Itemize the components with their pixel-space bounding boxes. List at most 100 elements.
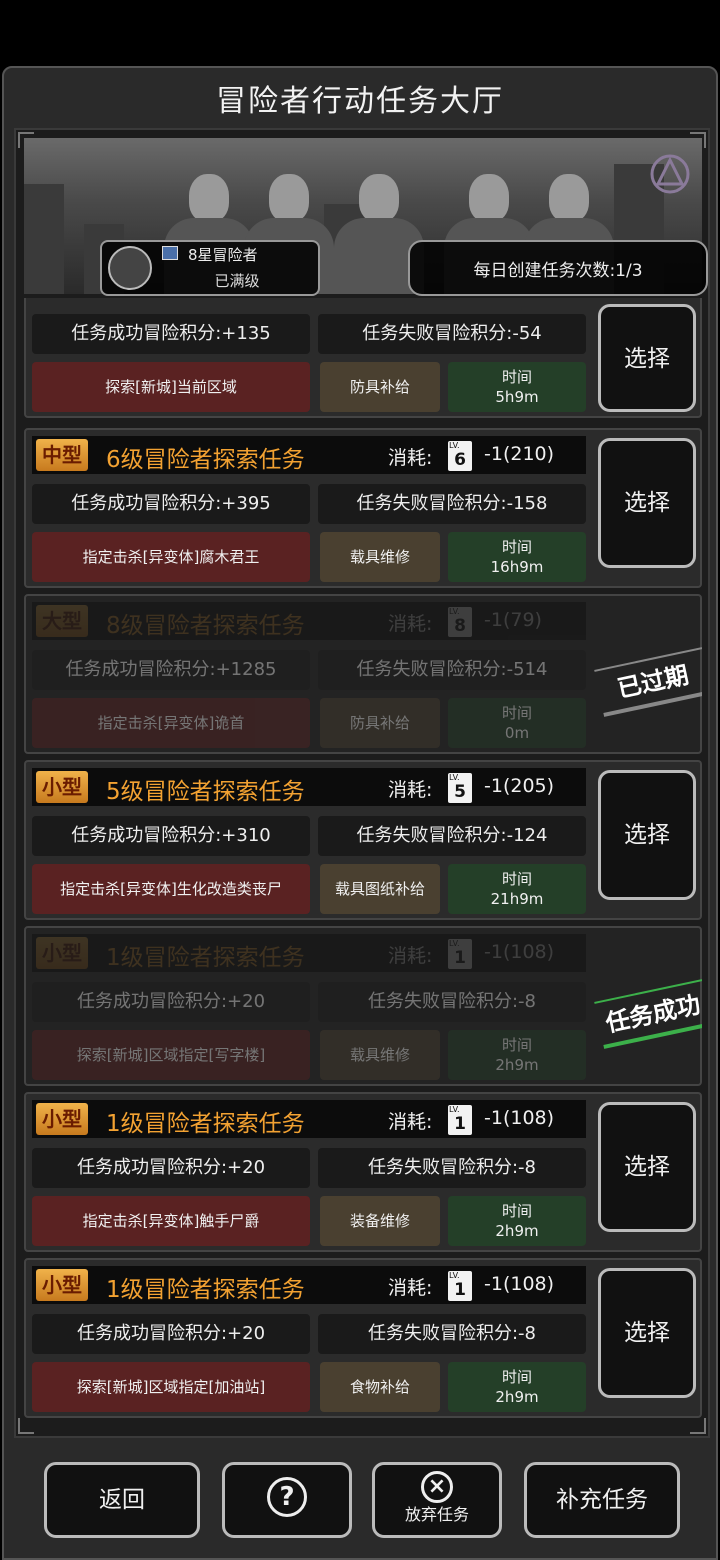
task-card-completed: 小型 1级冒险者探索任务 消耗: LV. 1 -1(108) 任务成功冒险积分:+…	[24, 926, 702, 1086]
cost-value: -1(108)	[484, 941, 555, 963]
player-level: 已满级	[214, 272, 260, 290]
task-target: 指定击杀[异变体]生化改造类丧尸	[32, 864, 310, 914]
cost-label: 消耗:	[388, 779, 433, 801]
select-button[interactable]: 选择	[598, 438, 696, 568]
task-header: 小型 1级冒险者探索任务 消耗: LV. 1 -1(108)	[32, 1100, 586, 1138]
task-card-expired: 大型 8级冒险者探索任务 消耗: LV. 8 -1(79) 任务成功冒险积分:+1…	[24, 594, 702, 754]
level-card-icon: LV. 5	[448, 773, 472, 803]
task-list[interactable]: 任务成功冒险积分:+135 任务失败冒险积分:-54 探索[新城]当前区域 防具…	[24, 298, 702, 1432]
expired-stamp: 已过期	[594, 647, 702, 717]
success-points: 任务成功冒险积分:+20	[32, 1148, 310, 1188]
task-size-tag: 小型	[36, 771, 88, 803]
select-button[interactable]: 选择	[598, 1268, 696, 1398]
time-label: 时间	[501, 1202, 532, 1220]
task-reward: 食物补给	[320, 1362, 440, 1412]
task-time: 时间 0m	[448, 698, 586, 748]
time-label: 时间	[501, 704, 532, 722]
cost-value: -1(205)	[484, 775, 555, 797]
select-button[interactable]: 选择	[598, 304, 696, 412]
task-card: 任务成功冒险积分:+135 任务失败冒险积分:-54 探索[新城]当前区域 防具…	[24, 298, 702, 418]
task-header: 小型 5级冒险者探索任务 消耗: LV. 5 -1(205)	[32, 768, 586, 806]
time-value: 21h9m	[490, 890, 544, 908]
bottom-action-bar: 返回 ? × 放弃任务 补充任务	[4, 1450, 716, 1558]
task-reward: 防具补给	[320, 698, 440, 748]
level-card-icon: LV. 6	[448, 441, 472, 471]
back-button[interactable]: 返回	[44, 1462, 200, 1538]
cost-value: -1(210)	[484, 443, 555, 465]
time-value: 2h9m	[495, 1222, 539, 1240]
replenish-task-button[interactable]: 补充任务	[524, 1462, 680, 1538]
cost-label: 消耗:	[388, 447, 433, 469]
help-button[interactable]: ?	[222, 1462, 352, 1538]
task-card: 中型 6级冒险者探索任务 消耗: LV. 6 -1(210) 任务成功冒险积分:+…	[24, 428, 702, 588]
faction-logo-icon	[650, 154, 690, 194]
success-points: 任务成功冒险积分:+20	[32, 1314, 310, 1354]
building-silhouette	[24, 184, 64, 294]
task-time: 时间 16h9m	[448, 532, 586, 582]
time-label: 时间	[501, 538, 532, 556]
task-size-tag: 中型	[36, 439, 88, 471]
time-label: 时间	[501, 1368, 532, 1386]
level-card-icon: LV. 1	[448, 939, 472, 969]
cost-value: -1(79)	[484, 609, 542, 631]
cost-label: 消耗:	[388, 613, 433, 635]
select-button[interactable]: 选择	[598, 1102, 696, 1232]
task-card: 小型 1级冒险者探索任务 消耗: LV. 1 -1(108) 任务成功冒险积分:+…	[24, 1258, 702, 1418]
fail-points: 任务失败冒险积分:-54	[318, 314, 586, 354]
task-hall-panel: 冒险者行动任务大厅 8星冒险者 已满级 每日创建任务次数:1/3 任务成功冒险积…	[2, 66, 718, 1560]
task-frame: 8星冒险者 已满级 每日创建任务次数:1/3 任务成功冒险积分:+135 任务失…	[14, 128, 710, 1438]
task-target: 探索[新城]当前区域	[32, 362, 310, 412]
player-rank-badge: 8星冒险者 已满级	[100, 240, 320, 296]
select-button[interactable]: 选择	[598, 770, 696, 900]
task-reward: 载具图纸补给	[320, 864, 440, 914]
task-target: 探索[新城]区域指定[写字楼]	[32, 1030, 310, 1080]
fail-points: 任务失败冒险积分:-8	[318, 1314, 586, 1354]
success-points: 任务成功冒险积分:+1285	[32, 650, 310, 690]
time-label: 时间	[501, 1036, 532, 1054]
level-card-icon: LV. 8	[448, 607, 472, 637]
task-size-tag: 大型	[36, 605, 88, 637]
task-time: 时间 5h9m	[448, 362, 586, 412]
task-reward: 装备维修	[320, 1196, 440, 1246]
abandon-task-label: 放弃任务	[404, 1505, 469, 1524]
task-header: 小型 1级冒险者探索任务 消耗: LV. 1 -1(108)	[32, 1266, 586, 1304]
task-size-tag: 小型	[36, 1103, 88, 1135]
task-card: 小型 5级冒险者探索任务 消耗: LV. 5 -1(205) 任务成功冒险积分:+…	[24, 760, 702, 920]
fail-points: 任务失败冒险积分:-8	[318, 982, 586, 1022]
task-target: 指定击杀[异变体]触手尸爵	[32, 1196, 310, 1246]
cost-value: -1(108)	[484, 1107, 555, 1129]
fail-points: 任务失败冒险积分:-8	[318, 1148, 586, 1188]
success-points: 任务成功冒险积分:+135	[32, 314, 310, 354]
task-header: 中型 6级冒险者探索任务 消耗: LV. 6 -1(210)	[32, 436, 586, 474]
abandon-task-button[interactable]: × 放弃任务	[372, 1462, 502, 1538]
task-time: 时间 2h9m	[448, 1030, 586, 1080]
task-header: 大型 8级冒险者探索任务 消耗: LV. 8 -1(79)	[32, 602, 586, 640]
task-header: 小型 1级冒险者探索任务 消耗: LV. 1 -1(108)	[32, 934, 586, 972]
success-stamp: 任务成功	[594, 979, 702, 1049]
task-reward: 载具维修	[320, 1030, 440, 1080]
task-title: 1级冒险者探索任务	[106, 1277, 305, 1303]
cost-value: -1(108)	[484, 1273, 555, 1295]
task-reward: 载具维修	[320, 532, 440, 582]
task-title: 6级冒险者探索任务	[106, 447, 305, 473]
task-title: 8级冒险者探索任务	[106, 613, 305, 639]
task-card: 小型 1级冒险者探索任务 消耗: LV. 1 -1(108) 任务成功冒险积分:+…	[24, 1092, 702, 1252]
cost-label: 消耗:	[388, 1277, 433, 1299]
time-value: 0m	[504, 724, 530, 742]
task-title: 1级冒险者探索任务	[106, 945, 305, 971]
task-size-tag: 小型	[36, 937, 88, 969]
page-title: 冒险者行动任务大厅	[216, 84, 504, 119]
cost-label: 消耗:	[388, 1111, 433, 1133]
time-value: 2h9m	[495, 1388, 539, 1406]
level-card-icon: LV. 1	[448, 1105, 472, 1135]
time-value: 16h9m	[490, 558, 544, 576]
success-points: 任务成功冒险积分:+20	[32, 982, 310, 1022]
time-label: 时间	[501, 870, 532, 888]
task-size-tag: 小型	[36, 1269, 88, 1301]
close-icon: ×	[421, 1471, 453, 1503]
daily-task-count-text: 每日创建任务次数:1/3	[473, 261, 643, 281]
time-value: 2h9m	[495, 1056, 539, 1074]
level-card-icon: LV. 1	[448, 1271, 472, 1301]
daily-task-counter: 每日创建任务次数:1/3	[408, 240, 708, 296]
task-title: 1级冒险者探索任务	[106, 1111, 305, 1137]
